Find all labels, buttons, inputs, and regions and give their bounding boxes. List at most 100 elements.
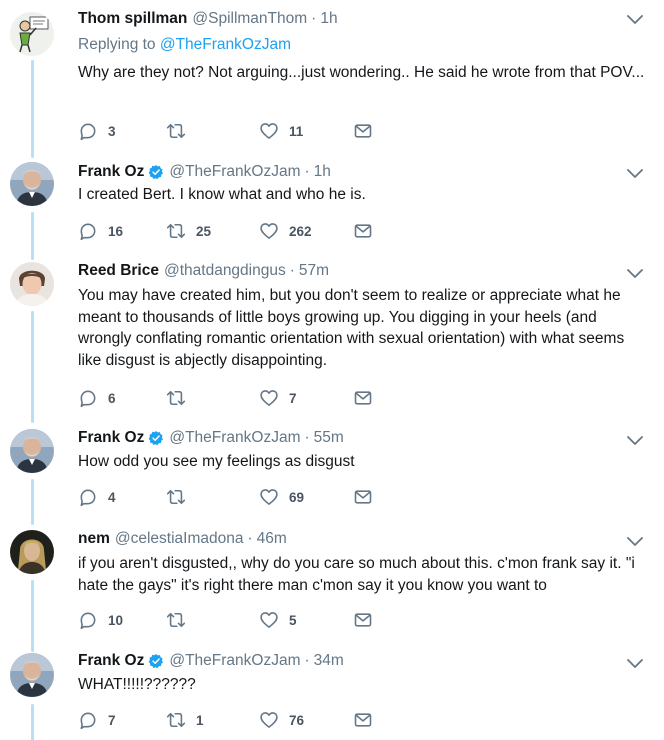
heart-icon (260, 712, 278, 728)
like-count: 7 (289, 390, 297, 406)
avatar[interactable] (10, 162, 54, 206)
timestamp[interactable]: 57m (299, 262, 329, 280)
avatar[interactable] (10, 12, 54, 56)
thread-line (31, 704, 34, 740)
author-name[interactable]: Reed Brice (78, 262, 159, 280)
author-name[interactable]: Frank Oz (78, 652, 144, 670)
reply-button[interactable]: 3 (78, 120, 116, 142)
retweet-button[interactable]: 25 (166, 220, 211, 242)
tweet-text: WHAT!!!!!?????? (78, 676, 196, 693)
avatar[interactable] (10, 429, 54, 473)
timestamp[interactable]: 1h (320, 10, 337, 28)
separator-dot: · (304, 652, 310, 669)
envelope-icon (354, 124, 372, 138)
retweet-count: 25 (196, 223, 212, 239)
author-handle[interactable]: @TheFrankOzJam (169, 163, 300, 181)
thread-line (31, 479, 34, 525)
direct-message-button[interactable] (353, 609, 373, 631)
reply-icon (80, 489, 96, 507)
chevron-down-icon[interactable] (626, 534, 644, 548)
retweet-button[interactable] (166, 486, 196, 508)
tweet-header: Frank Oz @TheFrankOzJam · 34m (78, 650, 344, 672)
like-button[interactable]: 76 (259, 709, 304, 731)
reply-icon (80, 712, 96, 730)
avatar[interactable] (10, 530, 54, 574)
tweet-header: nem @celestiaImadona · 46m (78, 528, 287, 550)
direct-message-button[interactable] (353, 486, 373, 508)
retweet-button[interactable] (166, 120, 196, 142)
replying-to-handle[interactable]: @TheFrankOzJam (160, 36, 291, 53)
timestamp[interactable]: 34m (314, 652, 344, 670)
avatar[interactable] (10, 653, 54, 697)
retweet-icon (166, 712, 186, 728)
reply-count: 4 (108, 489, 116, 505)
author-handle[interactable]: @TheFrankOzJam (169, 652, 300, 670)
tweet-actions: 4 69 (78, 486, 378, 508)
tweet-text: if you aren't disgusted,, why do you car… (78, 555, 635, 594)
retweet-icon (166, 123, 186, 139)
tweet-text: You may have created him, but you don't … (78, 287, 625, 369)
chevron-down-icon[interactable] (626, 166, 644, 180)
reply-icon (80, 223, 96, 241)
retweet-button[interactable] (166, 387, 196, 409)
tweet-header: Thom spillman @SpillmanThom · 1h (78, 8, 338, 30)
reply-count: 16 (108, 223, 124, 239)
tweet-header: Frank Oz @TheFrankOzJam · 1h (78, 161, 331, 183)
reply-count: 3 (108, 123, 116, 139)
reply-button[interactable]: 16 (78, 220, 123, 242)
like-button[interactable]: 11 (259, 120, 303, 142)
author-handle[interactable]: @TheFrankOzJam (169, 429, 300, 447)
retweet-icon (166, 489, 186, 505)
like-count: 69 (289, 489, 305, 505)
direct-message-button[interactable] (353, 387, 373, 409)
like-count: 262 (289, 223, 312, 239)
like-button[interactable]: 7 (259, 387, 297, 409)
heart-icon (260, 489, 278, 505)
heart-icon (260, 390, 278, 406)
thread-line (31, 580, 34, 652)
timestamp[interactable]: 55m (314, 429, 344, 447)
author-name[interactable]: Frank Oz (78, 163, 144, 181)
thread-line (31, 60, 34, 158)
author-name[interactable]: Thom spillman (78, 10, 187, 28)
tweet-actions: 3 11 (78, 120, 378, 142)
avatar[interactable] (10, 262, 54, 306)
verified-badge-icon (148, 431, 164, 446)
retweet-button[interactable]: 1 (166, 709, 204, 731)
heart-icon (260, 223, 278, 239)
timestamp[interactable]: 1h (314, 163, 331, 181)
separator-dot: · (311, 10, 317, 27)
retweet-count: 1 (196, 712, 204, 728)
like-count: 76 (289, 712, 305, 728)
chevron-down-icon[interactable] (626, 656, 644, 670)
chevron-down-icon[interactable] (626, 12, 644, 26)
tweet-text: Why are they not? Not arguing...just won… (78, 64, 645, 81)
separator-dot: · (304, 163, 310, 180)
author-name[interactable]: nem (78, 530, 110, 548)
reply-button[interactable]: 4 (78, 486, 116, 508)
reply-button[interactable]: 7 (78, 709, 116, 731)
thread-line (31, 212, 34, 260)
author-name[interactable]: Frank Oz (78, 429, 144, 447)
reply-button[interactable]: 10 (78, 609, 123, 631)
like-button[interactable]: 69 (259, 486, 304, 508)
tweet-actions: 6 7 (78, 387, 378, 409)
chevron-down-icon[interactable] (626, 433, 644, 447)
author-handle[interactable]: @SpillmanThom (192, 10, 307, 28)
like-button[interactable]: 5 (259, 609, 297, 631)
direct-message-button[interactable] (353, 120, 373, 142)
direct-message-button[interactable] (353, 709, 373, 731)
thread-line (31, 311, 34, 423)
reply-button[interactable]: 6 (78, 387, 116, 409)
retweet-icon (166, 223, 186, 239)
author-handle[interactable]: @thatdangdingus (164, 262, 286, 280)
like-button[interactable]: 262 (259, 220, 312, 242)
author-handle[interactable]: @celestiaImadona (115, 530, 244, 548)
chevron-down-icon[interactable] (626, 266, 644, 280)
tweet-actions: 10 5 (78, 609, 378, 631)
direct-message-button[interactable] (353, 220, 373, 242)
timestamp[interactable]: 46m (257, 530, 287, 548)
heart-icon (260, 612, 278, 628)
envelope-icon (354, 490, 372, 504)
retweet-button[interactable] (166, 609, 196, 631)
